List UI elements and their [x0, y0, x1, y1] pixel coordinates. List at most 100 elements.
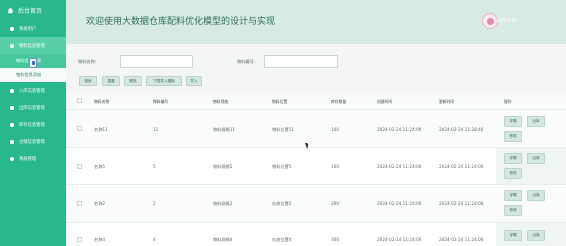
username[interactable]: admin — [497, 16, 517, 24]
sidebar-title: 后台首页 — [18, 7, 43, 15]
outbound-button[interactable]: 出库 — [527, 116, 545, 127]
cell-updated: 2024-02-24 11:24:06 — [439, 201, 484, 206]
table-row[interactable]: 名称11 11 物料规格11 物料位置11 140 2024-02-24 11:… — [66, 110, 566, 150]
avatar[interactable] — [482, 13, 498, 29]
reset-button[interactable]: 重置 — [102, 76, 120, 86]
cell-spec: 物料规格2 — [213, 201, 233, 206]
table-row[interactable]: 名称4 4 物料规格4 存放位置4 300 2024-02-24 11:24:0… — [66, 223, 566, 246]
cell-code: 5 — [153, 164, 156, 169]
cell-spec: 物料规格4 — [213, 237, 233, 242]
cell-name: 名称2 — [94, 201, 106, 206]
col-header-code: 物料编号 — [153, 99, 169, 104]
table-row[interactable]: 名称2 2 物料规格2 存放位置2 200 2024-02-24 11:24:0… — [66, 185, 566, 223]
box-icon — [10, 43, 14, 48]
col-header-qty: 库存数量 — [331, 99, 347, 104]
cell-created: 2024-02-24 11:24:06 — [377, 237, 422, 242]
sidebar: 后台首页 系统用户 物料信息管理 物料信息列表 物料信息添加 入库信息管理 出库… — [0, 0, 66, 246]
outbound-button[interactable]: 出库 — [527, 190, 545, 201]
header: 欢迎使用大数据仓库配料优化模型的设计与实现 admin — [66, 0, 566, 44]
sidebar-item-inbound[interactable]: 入库信息管理 — [0, 82, 66, 99]
cell-created: 2024-02-24 11:24:06 — [377, 127, 422, 132]
material-code-label: 物料编号: — [237, 59, 256, 64]
import-button[interactable]: 导入 — [186, 76, 202, 86]
cell-location: 物料位置11 — [272, 127, 295, 132]
inbound-icon — [10, 88, 14, 93]
cell-qty: 100 — [331, 164, 339, 169]
cell-location: 存放位置2 — [272, 201, 292, 206]
cell-qty: 200 — [331, 201, 339, 206]
app: 后台首页 系统用户 物料信息管理 物料信息列表 物料信息添加 入库信息管理 出库… — [0, 0, 566, 246]
sidebar-item-label: 库存信息管理 — [19, 122, 45, 128]
sidebar-item-material[interactable]: 物料信息管理 — [0, 37, 66, 54]
row-checkbox[interactable] — [77, 164, 82, 169]
outbound-icon — [10, 105, 14, 110]
col-header-created: 创建时间 — [377, 99, 393, 104]
drag-cursor-icon — [29, 58, 37, 68]
material-name-input[interactable] — [120, 55, 193, 68]
delete-button[interactable]: 删除 — [124, 76, 142, 86]
col-header-spec: 物料规格 — [213, 99, 229, 104]
sidebar-item-label: 系统管理 — [19, 156, 37, 162]
edit-button[interactable]: 修改 — [504, 205, 522, 216]
user-icon — [10, 26, 14, 31]
cell-name: 名称5 — [94, 164, 106, 169]
material-name-label: 物料名称: — [78, 59, 97, 64]
sidebar-item-users[interactable]: 系统用户 — [0, 20, 66, 37]
toolbar: 搜索 重置 删除 下载导入模板 导入 — [66, 76, 566, 90]
cell-created: 2024-02-24 11:24:06 — [377, 201, 422, 206]
cell-spec: 物料规格5 — [213, 164, 233, 169]
sidebar-subitem-label: 物料信息添加 — [16, 72, 42, 77]
cell-location: 存放位置4 — [272, 237, 292, 242]
row-checkbox[interactable] — [77, 237, 82, 242]
cell-name: 名称11 — [94, 127, 108, 132]
sidebar-item-warehouse[interactable]: 仓储信息管理 — [0, 133, 66, 150]
col-header-name: 物料名称 — [94, 99, 110, 104]
cell-code: 2 — [153, 201, 156, 206]
row-checkbox[interactable] — [77, 201, 82, 206]
gear-icon — [10, 156, 14, 161]
sidebar-item-outbound[interactable]: 出库信息管理 — [0, 99, 66, 116]
download-template-button[interactable]: 下载导入模板 — [146, 76, 182, 86]
sidebar-item-label: 入库信息管理 — [19, 88, 45, 94]
cell-code: 4 — [153, 237, 156, 242]
cell-name: 名称4 — [94, 237, 106, 242]
sidebar-item-label: 物料信息管理 — [19, 43, 45, 49]
stock-icon — [10, 122, 14, 127]
detail-button[interactable]: 详情 — [504, 116, 522, 127]
cell-created: 2024-02-24 11:24:06 — [377, 164, 422, 169]
outbound-button[interactable]: 出库 — [527, 153, 545, 164]
cell-location: 物料位置5 — [272, 164, 292, 169]
detail-button[interactable]: 详情 — [504, 190, 522, 201]
row-checkbox[interactable] — [77, 126, 82, 131]
col-header-ops: 操作 — [504, 99, 512, 104]
search-button[interactable]: 搜索 — [79, 76, 97, 86]
page-title: 欢迎使用大数据仓库配料优化模型的设计与实现 — [86, 17, 276, 27]
home-icon — [7, 7, 14, 13]
warehouse-icon — [10, 139, 14, 144]
select-all-checkbox[interactable] — [77, 98, 82, 103]
cell-updated: 2024-02-24 11:24:06 — [439, 164, 484, 169]
search-bar: 物料名称: 物料编号: — [66, 44, 566, 76]
cell-spec: 物料规格11 — [213, 127, 236, 132]
col-header-updated: 更新时间 — [439, 99, 455, 104]
sidebar-home[interactable]: 后台首页 — [0, 0, 66, 20]
sidebar-subitem-material-add[interactable]: 物料信息添加 — [0, 68, 66, 82]
sidebar-item-label: 仓储信息管理 — [19, 139, 45, 145]
outbound-button[interactable]: 出库 — [527, 230, 545, 241]
cell-code: 11 — [153, 127, 159, 132]
material-code-input[interactable] — [264, 55, 338, 68]
detail-button[interactable]: 详情 — [504, 153, 522, 164]
sidebar-item-label: 系统用户 — [19, 26, 37, 32]
table-header: 物料名称 物料编号 物料规格 物料位置 库存数量 创建时间 更新时间 操作 — [66, 92, 566, 110]
sidebar-item-system[interactable]: 系统管理 — [0, 150, 66, 167]
edit-button[interactable]: 修改 — [504, 131, 522, 142]
table-row[interactable]: 名称5 5 物料规格5 物料位置5 100 2024-02-24 11:24:0… — [66, 148, 566, 185]
data-table: 物料名称 物料编号 物料规格 物料位置 库存数量 创建时间 更新时间 操作 名称… — [66, 92, 566, 246]
sidebar-item-stock[interactable]: 库存信息管理 — [0, 116, 66, 133]
cell-updated: 2024-02-24 11:28:46 — [439, 127, 484, 132]
sidebar-item-label: 出库信息管理 — [19, 105, 45, 111]
edit-button[interactable]: 修改 — [504, 168, 522, 179]
cell-qty: 140 — [331, 127, 339, 132]
detail-button[interactable]: 详情 — [504, 230, 522, 241]
cell-qty: 300 — [331, 237, 339, 242]
